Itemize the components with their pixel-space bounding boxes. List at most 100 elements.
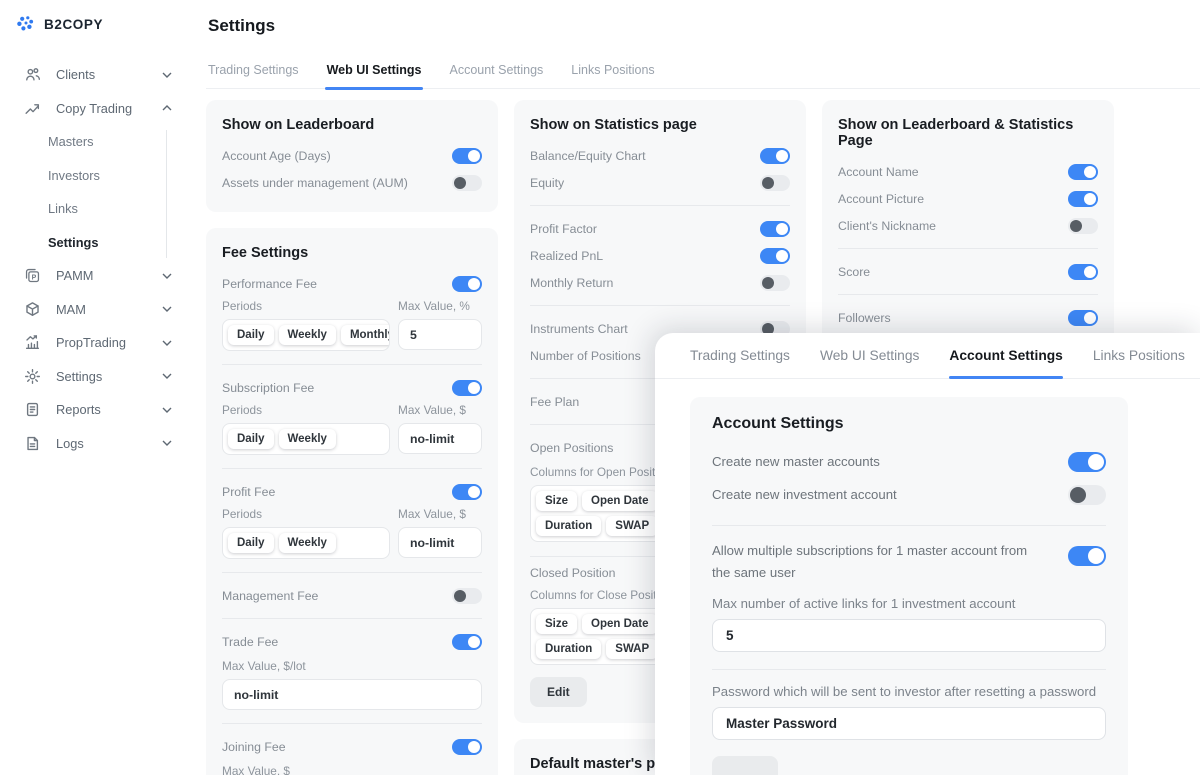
chip-swap[interactable]: SWAP bbox=[606, 516, 658, 536]
chip-size[interactable]: Size bbox=[536, 614, 577, 634]
chip-weekly[interactable]: Weekly bbox=[279, 533, 336, 553]
max-value-label: Max Value, $ bbox=[398, 403, 482, 417]
tab-web-ui-settings[interactable]: Web UI Settings bbox=[325, 59, 424, 88]
card-title: Show on Statistics page bbox=[530, 117, 790, 133]
gear-icon bbox=[24, 368, 41, 385]
edit-button[interactable]: Edit bbox=[530, 677, 587, 707]
column-left: Show on Leaderboard Account Age (Days) A… bbox=[206, 100, 498, 775]
chip-open-date[interactable]: Open Date bbox=[582, 491, 658, 511]
chip-weekly[interactable]: Weekly bbox=[279, 325, 336, 345]
toggle-management-fee[interactable] bbox=[452, 588, 482, 604]
sidebar-item-investors[interactable]: Investors bbox=[0, 159, 196, 193]
toggle-joining-fee[interactable] bbox=[452, 739, 482, 755]
sidebar-item-links[interactable]: Links bbox=[0, 192, 196, 226]
sidebar-item-settings-active[interactable]: Settings bbox=[0, 226, 196, 260]
toggle-subscription-fee[interactable] bbox=[452, 380, 482, 396]
sidebar-item-copy-trading[interactable]: Copy Trading bbox=[0, 92, 196, 126]
sidebar-item-masters[interactable]: Masters bbox=[0, 125, 196, 159]
card-title: Fee Settings bbox=[222, 245, 482, 261]
card-fee-settings: Fee Settings Performance Fee Periods Dai… bbox=[206, 228, 498, 775]
clients-icon bbox=[24, 66, 41, 83]
toggle-knob bbox=[1084, 312, 1096, 324]
chip-open-date[interactable]: Open Date bbox=[582, 614, 658, 634]
sidebar-nav: Clients Copy Trading Masters bbox=[0, 58, 196, 460]
tab-links-positions[interactable]: Links Positions bbox=[569, 59, 656, 88]
chip-weekly[interactable]: Weekly bbox=[279, 429, 336, 449]
overlay-tab-web-ui-settings[interactable]: Web UI Settings bbox=[820, 333, 919, 378]
toggle-account-picture[interactable] bbox=[1068, 191, 1098, 207]
setting-label: Allow multiple subscriptions for 1 maste… bbox=[712, 540, 1032, 584]
setting-row: Profit Factor bbox=[530, 215, 790, 242]
overlay-tab-account-settings[interactable]: Account Settings bbox=[949, 333, 1062, 378]
max-value-input[interactable] bbox=[222, 679, 482, 710]
sidebar-item-proptrading[interactable]: PropTrading bbox=[0, 326, 196, 360]
tab-account-settings[interactable]: Account Settings bbox=[447, 59, 545, 88]
sidebar-item-mam[interactable]: MAM bbox=[0, 293, 196, 327]
page-title: Settings bbox=[208, 16, 275, 36]
chip-daily[interactable]: Daily bbox=[228, 325, 274, 345]
toggle-knob bbox=[1088, 548, 1104, 564]
setting-row: Account Name bbox=[838, 158, 1098, 185]
chip-daily[interactable]: Daily bbox=[228, 533, 274, 553]
sidebar-item-clients[interactable]: Clients bbox=[0, 58, 196, 92]
toggle-monthly-return[interactable] bbox=[760, 275, 790, 291]
toggle-clients-nickname[interactable] bbox=[1068, 218, 1098, 234]
chip-daily[interactable]: Daily bbox=[228, 429, 274, 449]
setting-row: Realized PnL bbox=[530, 242, 790, 269]
toggle-knob bbox=[468, 486, 480, 498]
chip-swap[interactable]: SWAP bbox=[606, 639, 658, 659]
max-value-input[interactable] bbox=[398, 527, 482, 558]
max-links-input[interactable] bbox=[712, 619, 1106, 652]
periods-label: Periods bbox=[222, 403, 390, 417]
setting-row: Account Picture bbox=[838, 185, 1098, 212]
tab-trading-settings[interactable]: Trading Settings bbox=[206, 59, 301, 88]
divider bbox=[838, 294, 1098, 295]
toggle-profit-fee[interactable] bbox=[452, 484, 482, 500]
overlay-bottom-button[interactable] bbox=[712, 756, 778, 775]
sidebar-item-settings-nav[interactable]: Settings bbox=[0, 360, 196, 394]
toggle-create-master-accounts[interactable] bbox=[1068, 452, 1106, 472]
max-value-input[interactable] bbox=[398, 423, 482, 454]
main-tab-bar: Trading Settings Web UI Settings Account… bbox=[206, 59, 1200, 89]
sidebar-item-reports[interactable]: Reports bbox=[0, 393, 196, 427]
overlay-tab-links-positions[interactable]: Links Positions bbox=[1093, 333, 1185, 378]
toggle-account-age[interactable] bbox=[452, 148, 482, 164]
setting-label: Profit Factor bbox=[530, 222, 597, 236]
sidebar-item-pamm[interactable]: P PAMM bbox=[0, 259, 196, 293]
divider bbox=[712, 669, 1106, 670]
toggle-performance-fee[interactable] bbox=[452, 276, 482, 292]
sidebar-item-label: Clients bbox=[56, 67, 162, 82]
sidebar-item-label: Reports bbox=[56, 402, 162, 417]
setting-label: Number of Positions bbox=[530, 349, 641, 363]
toggle-balance-equity-chart[interactable] bbox=[760, 148, 790, 164]
toggle-score[interactable] bbox=[1068, 264, 1098, 280]
toggle-knob bbox=[468, 278, 480, 290]
sidebar-item-logs[interactable]: Logs bbox=[0, 427, 196, 461]
divider bbox=[530, 205, 790, 206]
fee-profit-fields: Periods Daily Weekly Max Value, $ bbox=[222, 507, 482, 559]
toggle-trade-fee[interactable] bbox=[452, 634, 482, 650]
card-title: Show on Leaderboard & Statistics Page bbox=[838, 117, 1098, 149]
max-value-label: Max Value, % bbox=[398, 299, 482, 313]
toggle-realized-pnl[interactable] bbox=[760, 248, 790, 264]
toggle-create-investment-account[interactable] bbox=[1068, 485, 1106, 505]
chip-duration[interactable]: Duration bbox=[536, 516, 601, 536]
chip-size[interactable]: Size bbox=[536, 491, 577, 511]
toggle-profit-factor[interactable] bbox=[760, 221, 790, 237]
chip-duration[interactable]: Duration bbox=[536, 639, 601, 659]
brand-logo[interactable]: B2COPY bbox=[16, 14, 103, 34]
chip-monthly[interactable]: Monthly bbox=[341, 325, 390, 345]
setting-label: Assets under management (AUM) bbox=[222, 176, 408, 190]
toggle-equity[interactable] bbox=[760, 175, 790, 191]
sidebar-item-label: Settings bbox=[48, 235, 172, 250]
toggle-aum[interactable] bbox=[452, 175, 482, 191]
max-value-input[interactable] bbox=[398, 319, 482, 350]
toggle-multiple-subscriptions[interactable] bbox=[1068, 546, 1106, 566]
toggle-followers[interactable] bbox=[1068, 310, 1098, 326]
setting-label: Open Positions bbox=[530, 441, 613, 455]
toggle-account-name[interactable] bbox=[1068, 164, 1098, 180]
setting-row: Management Fee bbox=[222, 582, 482, 609]
overlay-tab-trading-settings[interactable]: Trading Settings bbox=[690, 333, 790, 378]
setting-label: Create new investment account bbox=[712, 487, 897, 502]
reset-password-input[interactable] bbox=[712, 707, 1106, 740]
